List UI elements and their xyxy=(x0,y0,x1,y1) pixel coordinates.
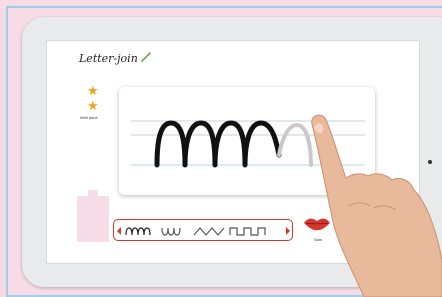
decorative-block xyxy=(88,190,98,198)
well-done-label: Well done xyxy=(80,115,98,120)
star-icon: ★ xyxy=(87,83,99,98)
prev-arrow-icon[interactable] xyxy=(117,227,121,235)
u-pattern-option[interactable] xyxy=(161,227,181,236)
m-pattern-option[interactable] xyxy=(125,227,151,236)
zigzag-pattern-option[interactable] xyxy=(193,227,225,236)
letter-join-logo: Letter-join xyxy=(79,52,138,65)
decorative-block xyxy=(77,196,109,242)
pointing-hand xyxy=(311,114,442,297)
pattern-selector[interactable] xyxy=(113,219,293,241)
traced-m-pattern xyxy=(154,120,282,168)
star-icon: ★ xyxy=(87,98,99,113)
square-pattern-option[interactable] xyxy=(229,227,266,236)
pencil-icon xyxy=(141,52,151,62)
